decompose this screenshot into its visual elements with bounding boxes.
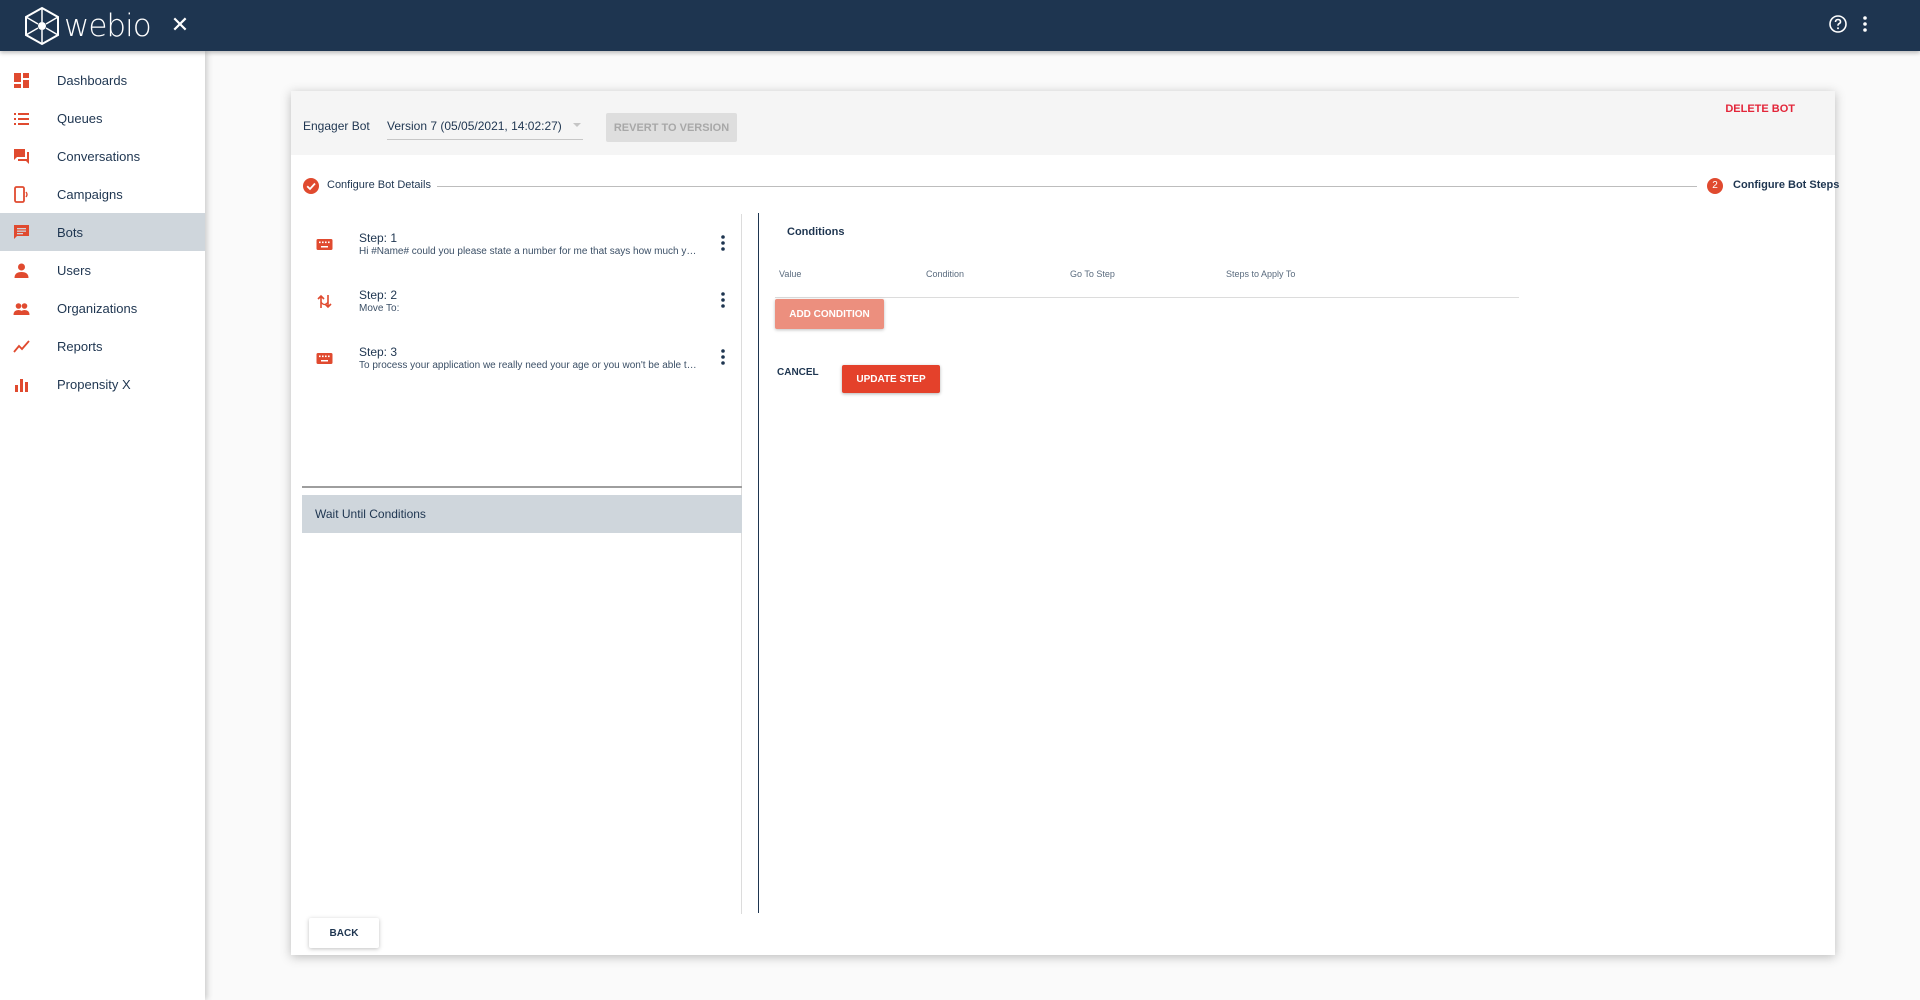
sidebar-item-label: Conversations bbox=[57, 148, 141, 164]
conditions-title: Conditions bbox=[787, 226, 845, 238]
step-list-item[interactable]: Step: 2 Move To: bbox=[302, 271, 742, 327]
sidebar-item-campaigns[interactable]: Campaigns bbox=[0, 175, 205, 213]
update-step-button[interactable]: UPDATE STEP bbox=[842, 365, 940, 393]
check-circle-icon bbox=[303, 178, 319, 194]
sidebar-item-bots[interactable]: Bots bbox=[0, 213, 205, 251]
sidebar-item-label: Propensity X bbox=[57, 376, 131, 392]
more-vert-icon[interactable] bbox=[1862, 15, 1868, 33]
keyboard-icon bbox=[316, 239, 333, 250]
version-select[interactable]: Version 7 (05/05/2021, 14:02:27) bbox=[387, 110, 583, 140]
step-description: Move To: bbox=[359, 303, 400, 314]
column-header-condition: Condition bbox=[926, 269, 965, 279]
sidebar-item-conversations[interactable]: Conversations bbox=[0, 137, 205, 175]
bar-chart-icon bbox=[15, 379, 28, 392]
column-header-steps-to-apply: Steps to Apply To bbox=[1226, 269, 1296, 279]
sidebar-item-reports[interactable]: Reports bbox=[0, 327, 205, 365]
webio-logo[interactable]: webio bbox=[22, 6, 152, 46]
dashboard-icon bbox=[14, 73, 29, 88]
sidebar: Dashboards Queues Conversations Campaign… bbox=[0, 51, 205, 1000]
stepper-step-configure-details[interactable]: Configure Bot Details bbox=[327, 179, 431, 191]
stepper-step-configure-steps[interactable]: Configure Bot Steps bbox=[1733, 179, 1839, 191]
dropdown-caret-icon bbox=[573, 123, 581, 127]
bot-editor-card: Engager Bot Version 7 (05/05/2021, 14:02… bbox=[291, 91, 1839, 955]
sidebar-item-users[interactable]: Users bbox=[0, 251, 205, 289]
close-sidebar-icon[interactable]: ✕ bbox=[170, 13, 190, 37]
wait-until-conditions-label: Wait Until Conditions bbox=[315, 507, 426, 521]
forum-icon bbox=[14, 149, 29, 164]
more-vert-icon[interactable] bbox=[720, 348, 726, 366]
list-icon bbox=[14, 113, 29, 125]
chat-icon bbox=[14, 225, 29, 239]
bot-name: Engager Bot bbox=[303, 119, 370, 133]
card-header: Engager Bot Version 7 (05/05/2021, 14:02… bbox=[291, 91, 1835, 155]
sidebar-item-label: Bots bbox=[57, 224, 84, 240]
stepper: Configure Bot Details 2 Configure Bot St… bbox=[303, 176, 1839, 196]
step-title: Step: 1 bbox=[359, 231, 398, 245]
back-button[interactable]: BACK bbox=[309, 918, 379, 948]
add-condition-button[interactable]: ADD CONDITION bbox=[775, 299, 884, 329]
sidebar-item-label: Organizations bbox=[57, 300, 138, 316]
sidebar-item-queues[interactable]: Queues bbox=[0, 99, 205, 137]
top-actions bbox=[1828, 14, 1868, 34]
wait-until-conditions-item[interactable]: Wait Until Conditions bbox=[302, 495, 742, 533]
step-description: Hi #Name# could you please state a numbe… bbox=[359, 246, 699, 257]
sidebar-item-label: Reports bbox=[57, 338, 103, 354]
version-select-value: Version 7 (05/05/2021, 14:02:27) bbox=[387, 119, 562, 133]
step-title: Step: 3 bbox=[359, 345, 398, 359]
sidebar-item-dashboards[interactable]: Dashboards bbox=[0, 61, 205, 99]
top-bar: webio ✕ bbox=[0, 0, 1920, 51]
sidebar-item-propensity-x[interactable]: Propensity X bbox=[0, 365, 205, 403]
revert-to-version-button[interactable]: REVERT TO VERSION bbox=[606, 113, 737, 142]
trending-up-icon bbox=[13, 340, 30, 353]
more-vert-icon[interactable] bbox=[720, 234, 726, 252]
sidebar-item-label: Queues bbox=[57, 110, 103, 126]
column-header-value: Value bbox=[779, 269, 802, 279]
step-list-item[interactable]: Step: 1 Hi #Name# could you please state… bbox=[302, 214, 742, 270]
panel-divider bbox=[758, 213, 759, 913]
steps-divider bbox=[302, 486, 742, 488]
sidebar-item-label: Dashboards bbox=[57, 72, 128, 88]
keyboard-icon bbox=[316, 353, 333, 364]
help-circle-icon[interactable] bbox=[1828, 14, 1848, 34]
step-title: Step: 2 bbox=[359, 288, 398, 302]
delete-bot-button[interactable]: DELETE BOT bbox=[1725, 103, 1795, 115]
column-header-go-to-step: Go To Step bbox=[1070, 269, 1115, 279]
swap-icon bbox=[317, 294, 332, 309]
more-vert-icon[interactable] bbox=[720, 291, 726, 309]
logo-hexagon-icon bbox=[25, 6, 59, 46]
stepper-connector bbox=[437, 186, 1697, 187]
sidebar-item-label: Campaigns bbox=[57, 186, 123, 202]
logo-text: webio bbox=[64, 8, 152, 44]
person-icon bbox=[14, 263, 29, 278]
step-description: To process your application we really ne… bbox=[359, 360, 699, 371]
people-icon bbox=[13, 303, 30, 315]
phone-campaign-icon bbox=[14, 186, 28, 203]
cancel-button[interactable]: CANCEL bbox=[777, 367, 819, 378]
sidebar-item-label: Users bbox=[57, 262, 91, 278]
step-list-item[interactable]: Step: 3 To process your application we r… bbox=[302, 328, 742, 384]
conditions-table-divider bbox=[775, 297, 1519, 298]
sidebar-item-organizations[interactable]: Organizations bbox=[0, 289, 205, 327]
steps-list-panel: Step: 1 Hi #Name# could you please state… bbox=[302, 214, 742, 914]
stepper-step-number: 2 bbox=[1707, 178, 1723, 194]
